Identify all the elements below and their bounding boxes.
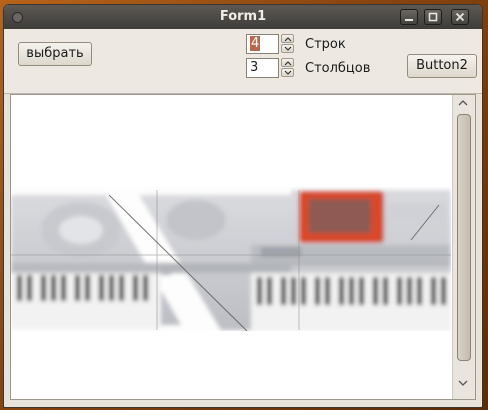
- close-button[interactable]: [451, 9, 469, 25]
- cols-input[interactable]: 3: [246, 58, 279, 78]
- chevron-down-icon: [284, 46, 292, 51]
- vertical-scrollbar[interactable]: [452, 95, 475, 399]
- cols-spinbox[interactable]: 3: [246, 58, 294, 78]
- minimize-button[interactable]: [400, 9, 418, 25]
- cols-stepper[interactable]: [281, 58, 294, 78]
- button2[interactable]: Button2: [407, 54, 477, 78]
- maximize-button[interactable]: [424, 9, 442, 25]
- chevron-up-icon[interactable]: [458, 99, 468, 107]
- minimize-icon: [405, 19, 413, 21]
- image-view[interactable]: [10, 94, 476, 400]
- cols-down-button[interactable]: [281, 68, 294, 77]
- scrollbar-thumb[interactable]: [457, 114, 471, 361]
- title-bar[interactable]: Form1: [4, 5, 482, 30]
- rows-down-button[interactable]: [281, 44, 294, 53]
- rows-stepper[interactable]: [281, 34, 294, 54]
- toolbar: выбрать 4 Строк 3 Столбцов Button2: [4, 29, 482, 94]
- choose-button[interactable]: выбрать: [18, 42, 92, 66]
- rows-input[interactable]: 4: [246, 34, 279, 54]
- form-window: Form1 выбрать 4 Строк 3 Столбцов Button2: [3, 4, 483, 408]
- puzzle-canvas[interactable]: [11, 95, 451, 399]
- rows-label: Строк: [305, 37, 346, 52]
- chevron-up-icon: [284, 37, 292, 42]
- close-icon: [455, 12, 465, 22]
- keyboard-puzzle-image[interactable]: [11, 95, 451, 399]
- cols-label: Столбцов: [305, 61, 371, 76]
- chevron-up-icon: [284, 61, 292, 66]
- chevron-down-icon[interactable]: [458, 379, 468, 387]
- chevron-down-icon: [284, 70, 292, 75]
- maximize-icon: [428, 12, 438, 22]
- cols-up-button[interactable]: [281, 58, 294, 67]
- rows-up-button[interactable]: [281, 34, 294, 43]
- rows-spinbox[interactable]: 4: [246, 34, 294, 54]
